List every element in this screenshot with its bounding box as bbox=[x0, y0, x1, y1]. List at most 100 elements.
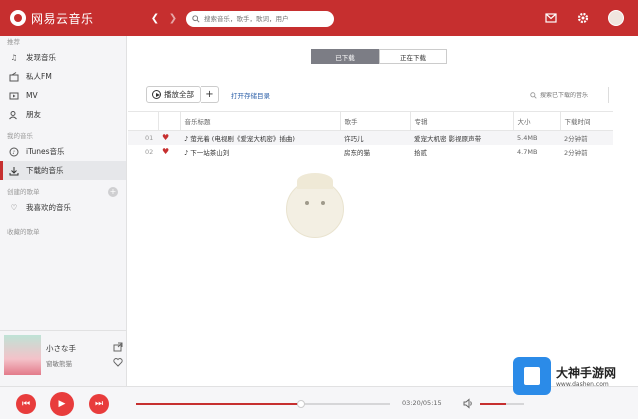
heart-icon: ♡ bbox=[10, 203, 18, 212]
sidebar-section-created: 创建的歌单 + bbox=[0, 186, 126, 198]
row-title: 萤光着 (电视剧《爱宠大机密》插曲) bbox=[190, 134, 295, 143]
watermark-title: 大神手游网 bbox=[556, 366, 617, 380]
sidebar-item-downloads[interactable]: 下载的音乐 bbox=[0, 161, 126, 180]
playback-time: 03:20/05:15 bbox=[402, 399, 442, 407]
volume-icon[interactable] bbox=[463, 398, 474, 409]
sidebar-item-liked[interactable]: ♡ 我喜欢的音乐 bbox=[0, 198, 126, 217]
download-icon bbox=[9, 166, 19, 176]
row-artist[interactable]: 房东的猫 bbox=[340, 145, 410, 159]
sidebar-section-my-music: 我的音乐 bbox=[7, 132, 33, 140]
volume-fill bbox=[480, 403, 507, 405]
download-tabs: 已下载 正在下载 bbox=[311, 49, 447, 64]
settings-gear-icon[interactable] bbox=[576, 11, 590, 25]
scrollbar[interactable] bbox=[634, 36, 638, 386]
row-time: 2分钟前 bbox=[560, 130, 613, 145]
app-logo[interactable]: 网易云音乐 bbox=[10, 10, 94, 27]
tab-downloaded[interactable]: 已下载 bbox=[311, 49, 379, 64]
tab-downloading[interactable]: 正在下载 bbox=[379, 49, 447, 64]
download-table: 音乐标题 歌手 专辑 大小 下载时间 01 ♥ ♪ 萤光着 (电视剧《爱宠大机密… bbox=[128, 111, 613, 159]
play-button[interactable]: ▶ bbox=[50, 392, 74, 416]
friends-icon bbox=[9, 110, 19, 120]
watermark-cube-icon bbox=[513, 357, 551, 395]
watermark-logo: 大神手游网 www.dashen.com bbox=[513, 357, 616, 395]
watermark-url: www.dashen.com bbox=[556, 381, 609, 388]
col-index-header bbox=[128, 111, 158, 131]
netease-music-logo-icon bbox=[10, 10, 26, 26]
sidebar-item-discover[interactable]: ♫ 发现音乐 bbox=[0, 48, 126, 67]
progress-bar[interactable] bbox=[136, 400, 390, 408]
itunes-icon: ♪ bbox=[9, 147, 19, 157]
local-search-input[interactable] bbox=[540, 92, 610, 99]
sidebar-section-collected: 收藏的歌单 bbox=[7, 228, 40, 236]
forward-arrow-icon[interactable]: ❯ bbox=[166, 11, 180, 25]
add-playlist-icon[interactable]: + bbox=[108, 187, 118, 197]
watermark-text: 大神手游网 www.dashen.com bbox=[556, 364, 616, 388]
search-icon bbox=[192, 15, 200, 23]
row-title-cell: ♪ 萤光着 (电视剧《爱宠大机密》插曲) bbox=[180, 130, 340, 145]
mail-icon[interactable] bbox=[544, 11, 558, 25]
volume-slider[interactable] bbox=[480, 403, 524, 405]
col-action-header bbox=[157, 111, 180, 131]
sidebar-item-fm[interactable]: 私人FM bbox=[0, 67, 126, 86]
list-toolbar: 播放全部 + 打开存储目录 bbox=[146, 86, 270, 103]
mascot-eye bbox=[305, 201, 309, 205]
local-search-box[interactable] bbox=[526, 89, 611, 102]
play-circle-icon bbox=[152, 90, 161, 99]
row-size: 5.4MB bbox=[513, 130, 560, 145]
radio-icon bbox=[9, 71, 19, 82]
like-heart-icon[interactable] bbox=[113, 357, 123, 367]
col-size-header[interactable]: 大小 bbox=[512, 111, 560, 131]
table-row[interactable]: 02 ♥ ♪ 下一站茶山刘 房东的猫 拾贰 4.7MB 2分钟前 bbox=[128, 145, 613, 159]
row-index: 01 bbox=[128, 130, 158, 145]
album-cover[interactable] bbox=[4, 335, 41, 375]
liked-heart-icon[interactable]: ♥ bbox=[158, 130, 180, 145]
row-title: 下一站茶山刘 bbox=[190, 148, 230, 157]
row-title-cell: ♪ 下一站茶山刘 bbox=[180, 145, 340, 159]
liked-heart-icon[interactable]: ♥ bbox=[158, 145, 180, 159]
previous-track-button[interactable]: ⏮ bbox=[16, 394, 36, 414]
open-directory-link[interactable]: 打开存储目录 bbox=[231, 90, 270, 100]
col-artist-header[interactable]: 歌手 bbox=[339, 111, 410, 131]
mv-icon bbox=[9, 91, 19, 101]
col-title-header[interactable]: 音乐标题 bbox=[179, 111, 340, 131]
sidebar-item-friends[interactable]: 朋友 bbox=[0, 105, 126, 124]
now-playing-card[interactable]: 小さな手 窗敏熊猫 bbox=[0, 330, 127, 386]
sidebar-item-label: iTunes音乐 bbox=[26, 147, 65, 156]
table-row[interactable]: 01 ♥ ♪ 萤光着 (电视剧《爱宠大机密》插曲) 许巧儿 爱宠大机密 影视原声… bbox=[128, 130, 613, 145]
history-nav: ❮ ❯ bbox=[148, 11, 180, 25]
sidebar-item-label: MV bbox=[26, 91, 38, 100]
play-all-button[interactable]: 播放全部 bbox=[146, 86, 201, 103]
search-box[interactable] bbox=[186, 11, 334, 27]
row-album[interactable]: 爱宠大机密 影视原声带 bbox=[410, 130, 513, 145]
play-all-label: 播放全部 bbox=[164, 90, 194, 99]
back-arrow-icon[interactable]: ❮ bbox=[148, 11, 162, 25]
sidebar-item-label: 我喜欢的音乐 bbox=[26, 203, 71, 212]
col-album-header[interactable]: 专辑 bbox=[409, 111, 513, 131]
row-index: 02 bbox=[145, 147, 154, 156]
mascot-illustration bbox=[286, 173, 344, 238]
progress-fill bbox=[136, 403, 302, 405]
sidebar-item-mv[interactable]: MV bbox=[0, 86, 126, 105]
row-album[interactable]: 拾贰 bbox=[410, 145, 513, 159]
sidebar-item-label: 私人FM bbox=[26, 72, 52, 81]
mascot-eye bbox=[321, 201, 325, 205]
top-right-icons bbox=[544, 10, 624, 26]
divider bbox=[608, 87, 609, 103]
sidebar-item-label: 发现音乐 bbox=[26, 53, 56, 62]
music-note-icon: ♫ bbox=[10, 53, 18, 62]
progress-handle[interactable] bbox=[297, 400, 306, 408]
sidebar-section-recommend: 推荐 bbox=[7, 38, 20, 46]
search-input[interactable] bbox=[204, 15, 324, 23]
row-size: 4.7MB bbox=[517, 147, 538, 156]
row-time: 2分钟前 bbox=[564, 148, 588, 157]
row-artist[interactable]: 许巧儿 bbox=[340, 130, 410, 145]
sidebar-item-itunes[interactable]: ♪ iTunes音乐 bbox=[0, 142, 126, 161]
now-playing-title: 小さな手 bbox=[46, 344, 76, 353]
col-time-header[interactable]: 下载时间 bbox=[559, 111, 613, 131]
sidebar-item-label: 朋友 bbox=[26, 110, 41, 119]
add-to-playlist-button[interactable]: + bbox=[201, 86, 219, 103]
next-track-button[interactable]: ⏭ bbox=[89, 394, 109, 414]
user-avatar[interactable] bbox=[608, 10, 624, 26]
share-icon[interactable] bbox=[113, 342, 123, 352]
now-playing-artist[interactable]: 窗敏熊猫 bbox=[46, 358, 72, 368]
